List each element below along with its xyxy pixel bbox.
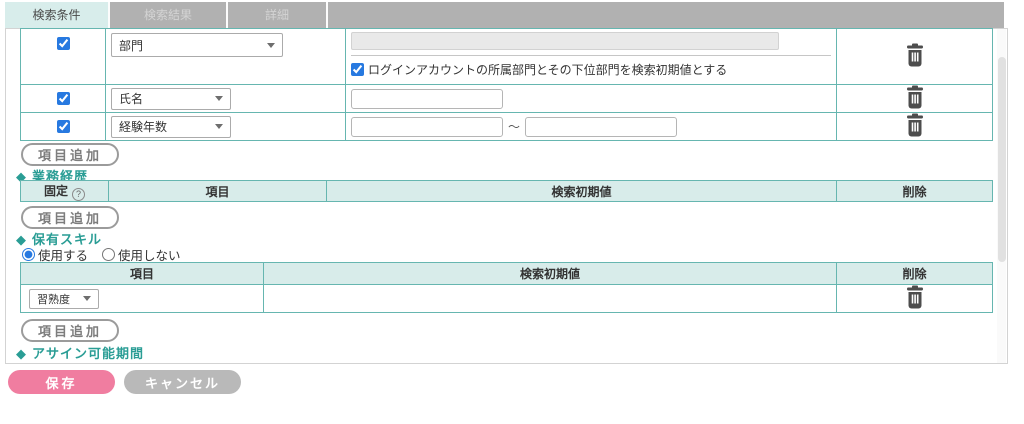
delete-row-button[interactable] — [904, 43, 926, 67]
skills-row-proficiency: 習熟度 — [21, 285, 993, 313]
col-header-item: 項目 — [109, 181, 327, 202]
condition-row-name: 氏名 — [21, 85, 993, 113]
col-header-delete: 削除 — [837, 263, 993, 285]
skill-item-select-value: 習熟度 — [37, 291, 70, 307]
work-history-table: 固定? 項目 検索初期値 削除 — [20, 180, 993, 202]
range-separator: ～ — [508, 120, 520, 134]
help-icon[interactable]: ? — [72, 188, 85, 201]
item-select[interactable]: 氏名 — [111, 88, 231, 110]
trash-icon — [904, 285, 926, 309]
dept-default-checkbox[interactable] — [351, 63, 364, 76]
row-enabled-checkbox[interactable] — [57, 120, 70, 133]
delete-row-button[interactable] — [904, 113, 926, 137]
tab-bar: 検索条件 検索結果 詳細 — [5, 2, 1004, 28]
skill-item-select[interactable]: 習熟度 — [29, 289, 99, 309]
department-value-input — [351, 32, 779, 50]
row-enabled-checkbox[interactable] — [57, 37, 70, 50]
dept-default-label: ログインアカウントの所属部門とその下位部門を検索初期値とする — [368, 61, 727, 78]
skill-initial-value-cell — [264, 285, 837, 313]
trash-icon — [904, 85, 926, 109]
tab-search-results[interactable]: 検索結果 — [110, 2, 228, 28]
name-value-input[interactable] — [351, 89, 503, 109]
add-item-button-skills[interactable]: 項目追加 — [21, 319, 119, 342]
section-heading-assignable-period: ◆アサイン可能期間 — [16, 343, 144, 362]
col-header-initial-value: 検索初期値 — [327, 181, 837, 202]
condition-row-department: 部門 ログインアカウントの所属部門とその下位部門を検索初期値とする — [21, 29, 993, 85]
chevron-down-icon — [215, 96, 223, 101]
chevron-down-icon — [83, 296, 91, 301]
experience-from-input[interactable] — [351, 117, 503, 137]
conditions-table: 部門 ログインアカウントの所属部門とその下位部門を検索初期値とする — [20, 28, 993, 141]
item-select[interactable]: 経験年数 — [111, 116, 231, 138]
delete-row-button[interactable] — [904, 85, 926, 109]
screen: 検索条件 検索結果 詳細 部門 — [0, 0, 1024, 424]
diamond-bullet-icon: ◆ — [16, 346, 27, 361]
trash-icon — [904, 113, 926, 137]
trash-icon — [904, 43, 926, 67]
chevron-down-icon — [267, 43, 275, 48]
radio-use-input[interactable] — [22, 248, 35, 261]
add-item-button-conditions[interactable]: 項目追加 — [21, 143, 119, 166]
tab-details[interactable]: 詳細 — [228, 2, 328, 28]
scrollbar-thumb[interactable] — [998, 57, 1006, 262]
cancel-button[interactable]: キャンセル — [124, 370, 241, 394]
chevron-down-icon — [215, 124, 223, 129]
condition-row-experience: 経験年数 ～ — [21, 113, 993, 141]
col-header-delete: 削除 — [837, 181, 993, 202]
tab-search-conditions[interactable]: 検索条件 — [5, 2, 110, 28]
add-item-button-work-history[interactable]: 項目追加 — [21, 206, 119, 229]
col-header-fixed: 固定? — [21, 181, 109, 202]
radio-not-use-input[interactable] — [102, 248, 115, 261]
item-select-value: 氏名 — [119, 90, 143, 107]
delete-row-button[interactable] — [904, 285, 926, 309]
search-conditions-panel: 部門 ログインアカウントの所属部門とその下位部門を検索初期値とする — [5, 28, 1008, 364]
row-enabled-checkbox[interactable] — [57, 92, 70, 105]
experience-to-input[interactable] — [525, 117, 677, 137]
save-button[interactable]: 保存 — [8, 370, 115, 394]
divider — [351, 55, 831, 56]
item-select[interactable]: 部門 — [111, 33, 283, 57]
item-select-value: 部門 — [119, 37, 143, 54]
col-header-item: 項目 — [21, 263, 264, 285]
col-header-initial-value: 検索初期値 — [264, 263, 837, 285]
skills-table: 項目 検索初期値 削除 習熟度 — [20, 262, 993, 313]
item-select-value: 経験年数 — [119, 118, 167, 135]
